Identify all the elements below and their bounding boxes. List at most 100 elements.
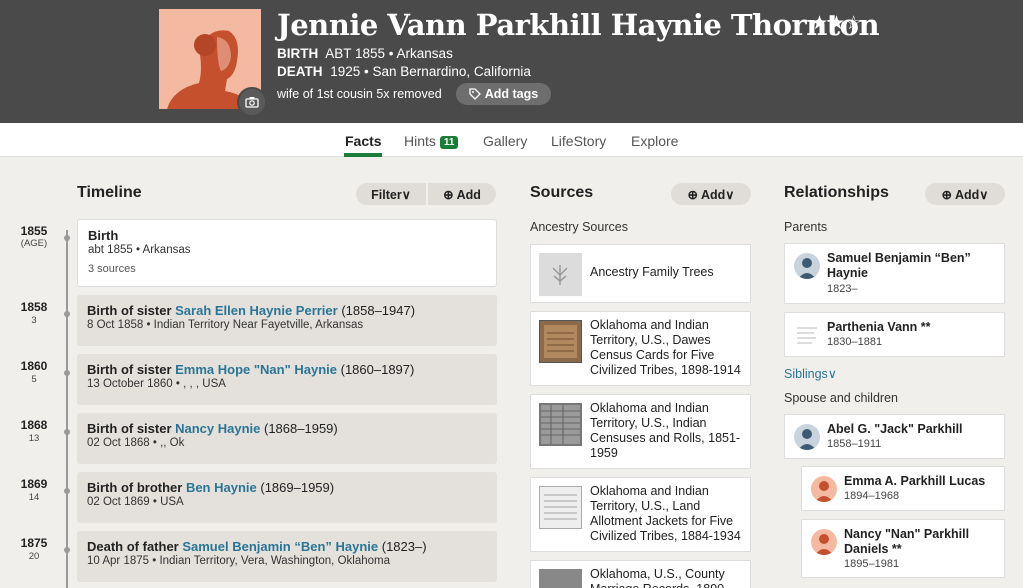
timeline-dot [64,488,70,494]
event-year: 1869 [20,477,48,491]
event-title: Birth of sister Nancy Haynie (1868–1959) [87,421,487,436]
death-label: DEATH [277,64,323,79]
relative-dates: (1868–1959) [260,421,338,436]
siblings-toggle[interactable]: Siblings∨ [784,366,837,381]
relative-link[interactable]: Nancy Haynie [175,421,260,436]
family-tree-icon [539,253,582,296]
event-title: Birth of brother Ben Haynie (1869–1959) [87,480,487,495]
event-age: 3 [31,315,37,326]
event-year: 1858 [20,300,48,314]
event-year: 1855 [20,224,48,238]
mother-card[interactable]: Parthenia Vann ** 1830–1881 [784,312,1005,357]
source-title: Oklahoma, U.S., County Marriage Records,… [590,567,728,588]
event-detail: 10 Apr 1875 • Indian Territory, Vera, Wa… [87,555,390,567]
profile-tabs: Facts Hints 11 Gallery LifeStory Explore [0,123,1023,157]
relative-dates: (1823–) [378,539,427,554]
child-card[interactable]: Nancy "Nan" Parkhill Daniels ** 1895–198… [801,519,1005,578]
death-line: DEATH 1925 • San Bernardino, California [277,64,531,79]
relative-dates: (1869–1959) [256,480,335,495]
source-card[interactable]: Oklahoma and Indian Territory, U.S., Daw… [530,311,751,386]
parents-label: Parents [784,220,828,234]
event-title: Birth of sister Sarah Ellen Haynie Perri… [87,303,487,318]
sources-add-button[interactable]: ⊕ Add∨ [671,183,751,205]
filter-button[interactable]: Filter∨ [356,183,426,205]
tab-gallery[interactable]: Gallery [483,133,527,149]
event-prefix: Death of father [87,539,183,554]
birth-event-card[interactable]: Birth abt 1855 • Arkansas 3 sources [77,219,497,287]
source-card[interactable]: Oklahoma and Indian Territory, U.S., Ind… [530,394,751,469]
relationships-add-button[interactable]: ⊕ Add∨ [925,183,1005,205]
relative-dates: (1858–1947) [337,303,416,318]
add-tags-button[interactable]: Add tags [456,83,551,105]
birth-line: BIRTH ABT 1855 • Arkansas [277,46,453,61]
timeline-event-card[interactable]: Birth of sister Nancy Haynie (1868–1959)… [77,413,497,464]
source-title: Oklahoma and Indian Territory, U.S., Ind… [590,401,741,460]
event-prefix: Birth of brother [87,480,186,495]
sources-title: Sources [530,184,594,201]
timeline-event-card[interactable]: Birth of brother Ben Haynie (1869–1959) … [77,472,497,523]
timeline-dot [64,547,70,553]
relative-name: Parthenia Vann ** [827,320,931,334]
father-card[interactable]: Samuel Benjamin “Ben” Haynie 1823– [784,243,1005,304]
timeline-event-card[interactable]: Birth of sister Sarah Ellen Haynie Perri… [77,295,497,346]
census-roll-thumbnail [539,403,582,446]
source-card[interactable]: Oklahoma, U.S., County Marriage Records,… [530,560,751,588]
event-year: 1868 [20,418,48,432]
person-header: Jennie Vann Parkhill Haynie Thornton ★★☆… [0,0,1023,123]
census-card-thumbnail [539,320,582,363]
timeline-event-card[interactable]: Birth of sister Emma Hope "Nan" Haynie (… [77,354,497,405]
relative-link[interactable]: Ben Haynie [186,480,257,495]
relative-dates: 1895–1981 [844,558,900,570]
event-title: Birth of sister Emma Hope "Nan" Haynie (… [87,362,487,377]
timeline-dot [64,370,70,376]
timeline-title: Timeline [77,184,142,201]
event-detail: 13 October 1860 • , , , USA [87,378,226,390]
source-card[interactable]: Ancestry Family Trees [530,244,751,303]
allotment-jacket-thumbnail [539,486,582,529]
relative-name: Samuel Benjamin “Ben” Haynie [827,251,971,280]
relative-link[interactable]: Samuel Benjamin “Ben” Haynie [182,539,378,554]
tab-hints-label: Hints [404,133,436,149]
birth-value: ABT 1855 • Arkansas [325,46,453,61]
timeline-dot [64,429,70,435]
event-age: 5 [31,374,37,385]
event-age: 20 [28,551,40,562]
relative-name: Emma A. Parkhill Lucas [844,474,986,488]
timeline-event-card[interactable]: Death of father Samuel Benjamin “Ben” Ha… [77,531,497,582]
relative-link[interactable]: Sarah Ellen Haynie Perrier [175,303,338,318]
tab-lifestory[interactable]: LifeStory [551,133,606,149]
active-tab-indicator [344,153,382,157]
tag-icon [469,88,481,100]
relative-link[interactable]: Emma Hope "Nan" Haynie [175,362,337,377]
tab-explore[interactable]: Explore [631,133,678,149]
child-card[interactable]: Emma A. Parkhill Lucas 1894–1968 [801,466,1005,511]
relative-dates: 1830–1881 [827,336,883,348]
relative-dates: (1860–1897) [337,362,415,377]
female-avatar-icon [811,529,837,555]
timeline-dot [64,235,70,241]
timeline-add-button[interactable]: ⊕ Add [428,183,496,205]
event-sources[interactable]: 3 sources [88,263,486,275]
event-detail: 02 Oct 1869 • USA [87,496,184,508]
relative-name: Abel G. "Jack" Parkhill [827,422,963,436]
camera-icon[interactable] [237,87,267,117]
relationships-title: Relationships [784,184,889,201]
hints-count-badge: 11 [439,136,459,149]
death-value: 1925 • San Bernardino, California [330,64,531,79]
relative-dates: 1858–1911 [827,438,882,450]
male-avatar-icon [794,253,820,279]
source-card[interactable]: Oklahoma and Indian Territory, U.S., Lan… [530,477,751,552]
tab-facts[interactable]: Facts [345,133,382,149]
tab-hints[interactable]: Hints 11 [404,133,459,149]
favorite-star-icon[interactable]: ★★☆ [811,12,862,35]
relative-dates: 1823– [827,283,858,295]
spouse-children-label: Spouse and children [784,391,898,405]
event-age: (AGE) [20,238,48,249]
person-name: Jennie Vann Parkhill Haynie Thornton [277,8,880,42]
spouse-card[interactable]: Abel G. "Jack" Parkhill 1858–1911 [784,414,1005,459]
add-tags-label: Add tags [484,87,539,101]
source-title: Oklahoma and Indian Territory, U.S., Daw… [590,318,741,377]
event-age: 13 [28,433,40,444]
document-photo-icon [794,322,820,348]
event-prefix: Birth of sister [87,362,176,377]
